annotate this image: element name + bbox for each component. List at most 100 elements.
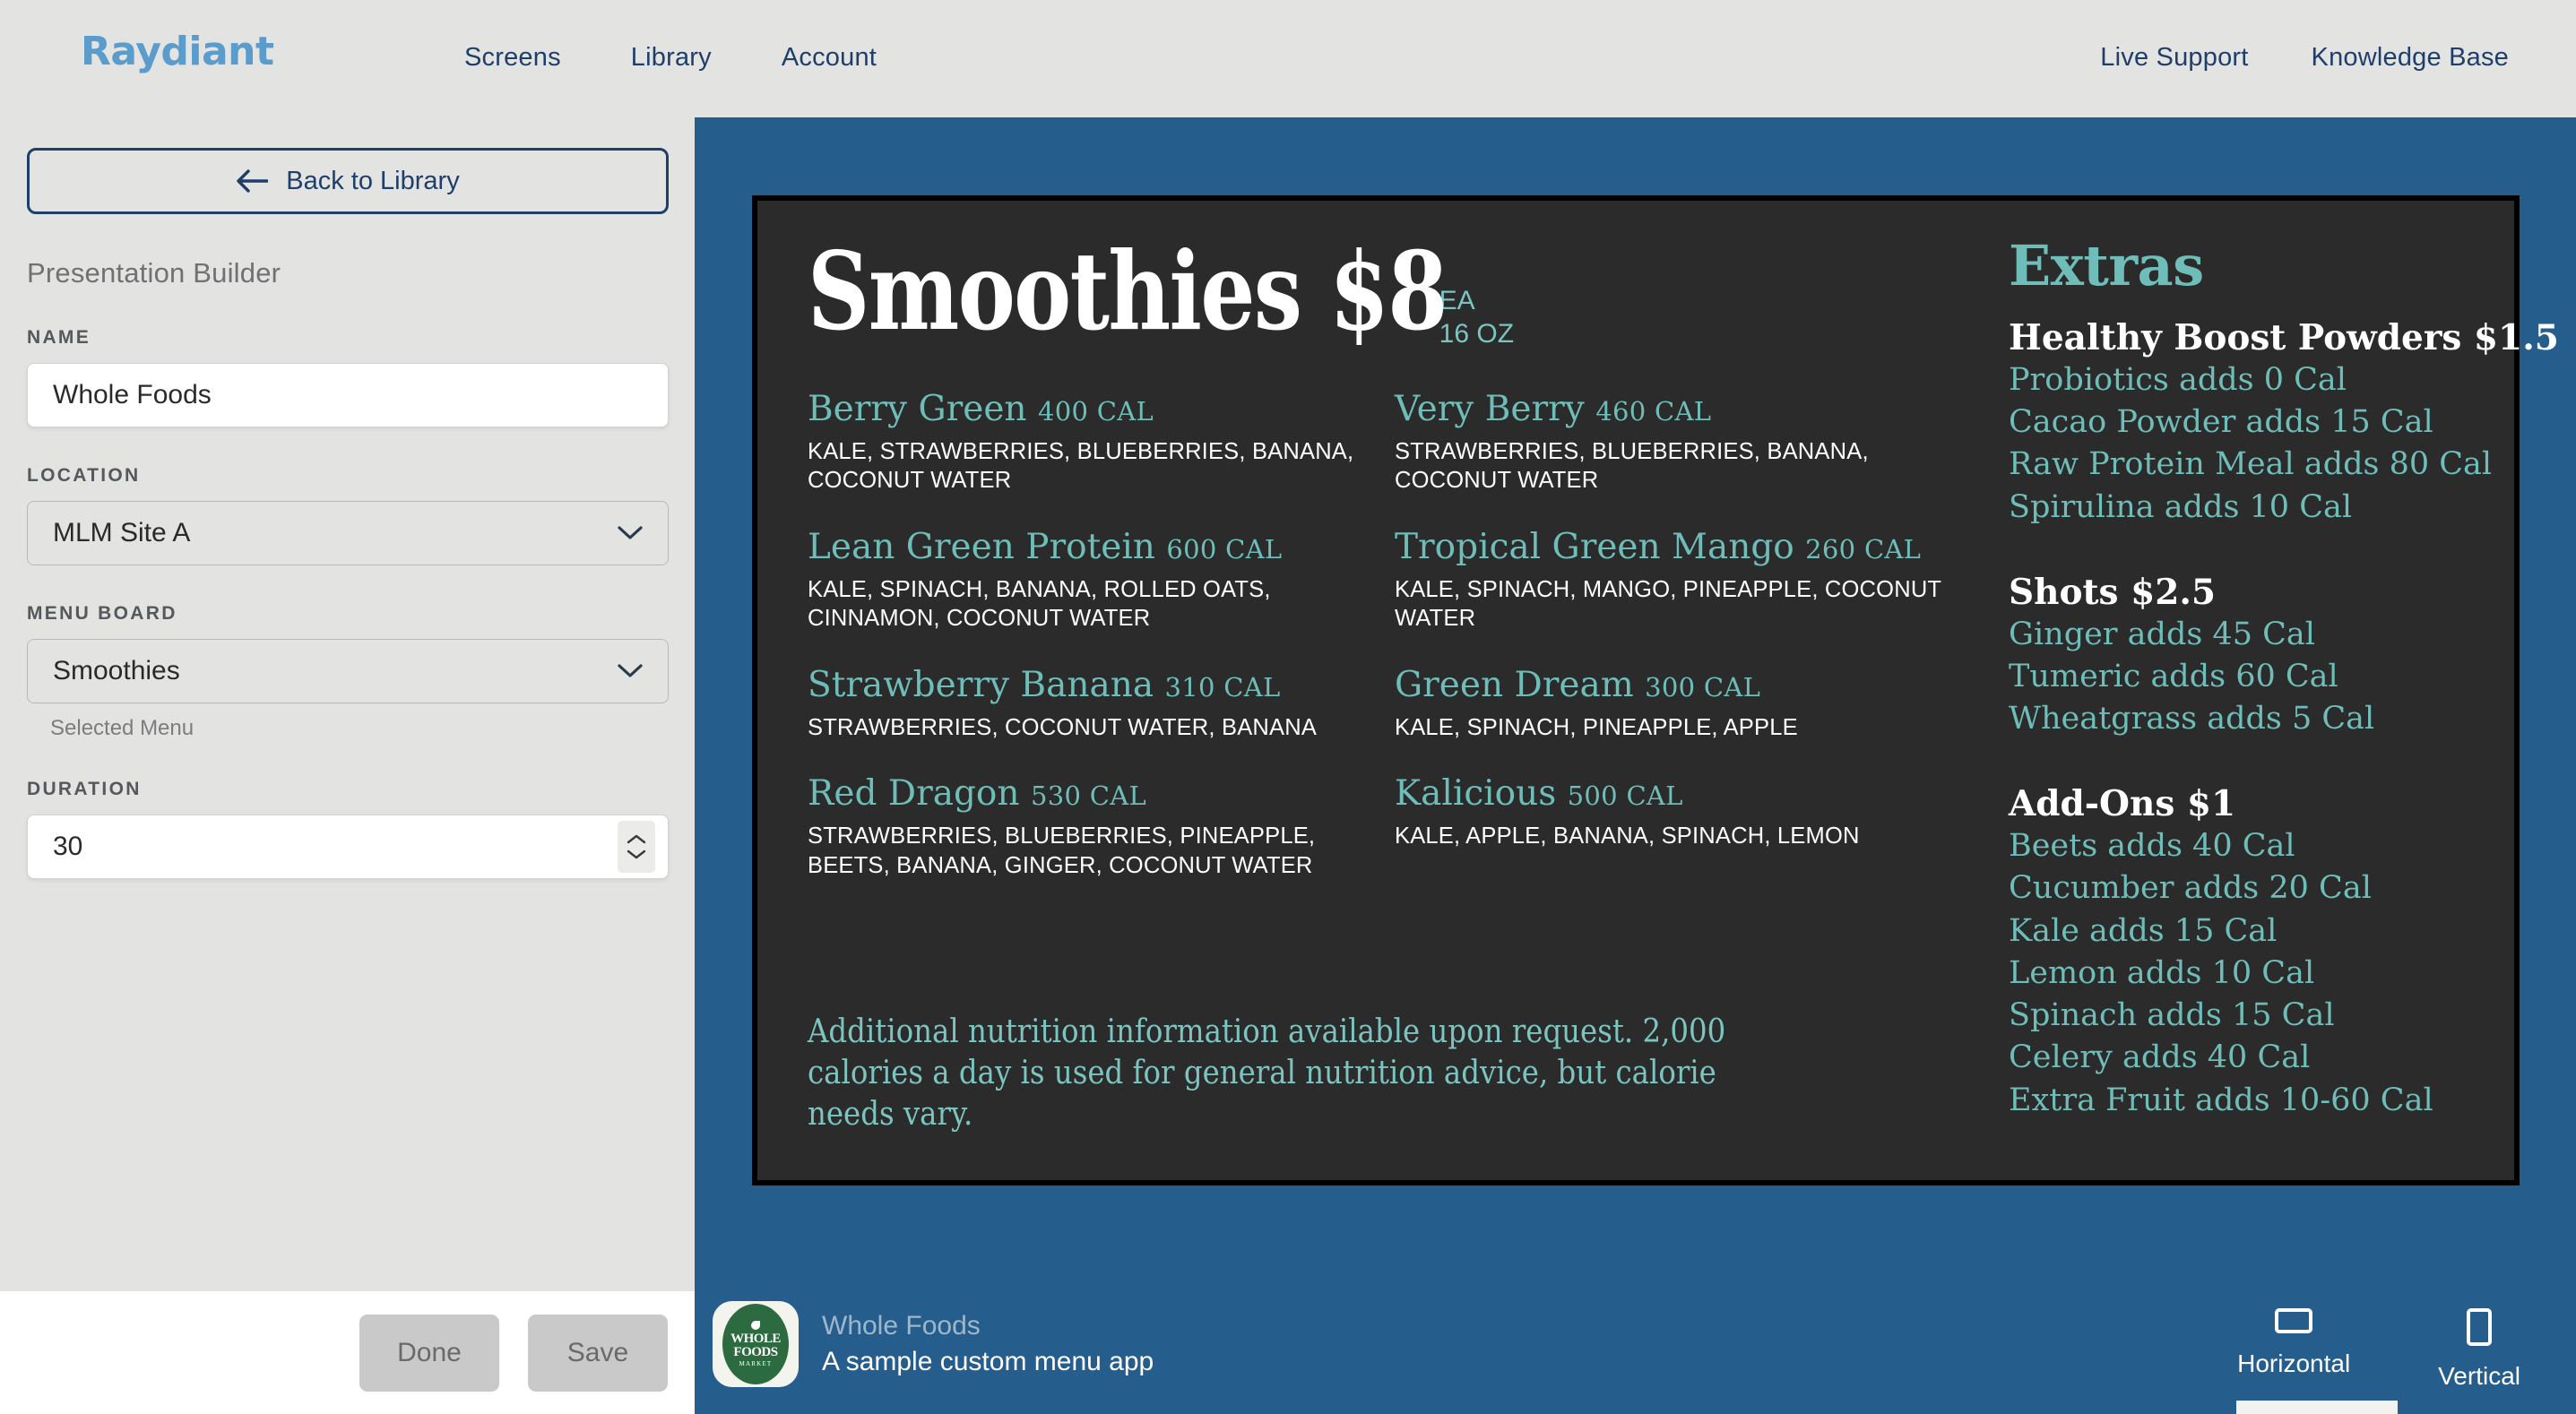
menu-board-helper-text: Selected Menu (50, 716, 194, 740)
extras-line: Probiotics adds 0 Cal (2009, 361, 2347, 398)
menu-board-field-group: MENU BOARD Smoothies Selected Menu (27, 603, 669, 741)
menu-items-columns: Berry Green 400 CAL KALE, STRAWBERRIES, … (808, 390, 1982, 912)
menu-item-calories: 300 CAL (1645, 672, 1761, 703)
extras-line: Cucumber adds 20 Cal (2009, 870, 2372, 907)
orientation-vertical-button[interactable]: Vertical (2438, 1308, 2520, 1391)
menu-board-select-value: Smoothies (53, 656, 180, 685)
chevron-down-icon (627, 849, 646, 859)
logo-line-2: FOODS (733, 1344, 778, 1359)
primary-nav: Screens Library Account (464, 43, 877, 73)
chevron-up-icon (627, 834, 646, 844)
menu-item-calories: 600 CAL (1166, 534, 1283, 565)
nav-item-screens[interactable]: Screens (464, 43, 561, 73)
extras-group-heading: Healthy Boost Powders $1.5 (2009, 317, 2559, 358)
name-field-group: NAME Whole Foods (27, 327, 669, 427)
back-to-library-button[interactable]: Back to Library (27, 148, 669, 214)
menu-item-ingredients: STRAWBERRIES, COCONUT WATER, BANANA (808, 714, 1318, 740)
horizontal-screen-icon (2275, 1308, 2313, 1333)
logo-line-3: MARKET (739, 1359, 773, 1367)
menu-item-ingredients: STRAWBERRIES, BLUEBERRIES, PINEAPPLE, BE… (808, 823, 1316, 878)
app-meta-text: Whole Foods A sample custom menu app (822, 1311, 1154, 1377)
menu-item-heading: Red Dragon 530 CAL (808, 774, 1362, 814)
extras-line: Kale adds 15 Cal (2009, 912, 2278, 949)
menu-item-calories: 310 CAL (1164, 672, 1281, 703)
location-field-label: LOCATION (27, 465, 141, 486)
menu-items-column-1: Berry Green 400 CAL KALE, STRAWBERRIES, … (808, 390, 1395, 912)
menu-item-name: Green Dream (1395, 665, 1634, 706)
title-meta-size: 16 OZ (1439, 318, 1515, 349)
app-meta: WHOLE FOODS MARKET Whole Foods A sample … (713, 1300, 1154, 1387)
nav-item-account[interactable]: Account (782, 43, 877, 73)
menu-item-heading: Berry Green 400 CAL (808, 390, 1362, 429)
extras-line: Lemon adds 10 Cal (2009, 954, 2315, 991)
extras-group: Add-Ons $1 Beets adds 40 Cal Cucumber ad… (2009, 783, 2520, 1122)
location-field-group: LOCATION MLM Site A (27, 465, 669, 565)
orientation-horizontal-button[interactable]: Horizontal (2237, 1308, 2350, 1391)
menu-item-name: Strawberry Banana (808, 665, 1154, 706)
nav-item-live-support[interactable]: Live Support (2100, 43, 2248, 73)
menu-item-ingredients: KALE, STRAWBERRIES, BLUEBERRIES, BANANA,… (808, 438, 1354, 494)
extras-line: Extra Fruit adds 10-60 Cal (2009, 1082, 2433, 1118)
arrow-left-icon (236, 169, 269, 193)
back-to-library-label: Back to Library (286, 166, 460, 195)
location-select-value: MLM Site A (53, 518, 191, 547)
orientation-horizontal-label: Horizontal (2237, 1349, 2351, 1377)
nav-item-knowledge-base[interactable]: Knowledge Base (2312, 43, 2509, 73)
title-meta-ea: EA (1439, 286, 1475, 315)
extras-line: Raw Protein Meal adds 80 Cal (2009, 446, 2493, 483)
extras-line: Beets adds 40 Cal (2009, 828, 2295, 865)
orientation-vertical-label: Vertical (2438, 1362, 2520, 1390)
menu-board-main-column: Smoothies $8 EA 16 OZ Berry Green 400 CA… (808, 238, 1982, 1122)
extras-group: Shots $2.5 Ginger adds 45 Cal Tumeric ad… (2009, 572, 2520, 741)
menu-item-name: Berry Green (808, 389, 1027, 430)
preview-pane: Smoothies $8 EA 16 OZ Berry Green 400 CA… (695, 117, 2576, 1414)
duration-stepper[interactable] (618, 821, 655, 873)
menu-item-calories: 460 CAL (1595, 396, 1712, 427)
extras-group-heading: Add-Ons $1 (2009, 783, 2236, 825)
nutrition-disclaimer: Additional nutrition information availab… (808, 1013, 1726, 1133)
menu-board-select[interactable]: Smoothies (27, 639, 669, 703)
preview-bottom-bar: WHOLE FOODS MARKET Whole Foods A sample … (695, 1273, 2576, 1414)
extras-line: Spirulina adds 10 Cal (2009, 488, 2353, 525)
app-name: Whole Foods (822, 1310, 981, 1341)
menu-board-field-label: MENU BOARD (27, 603, 177, 624)
menu-item-ingredients: KALE, SPINACH, MANGO, PINEAPPLE, COCONUT… (1395, 576, 1941, 632)
menu-item-ingredients: KALE, SPINACH, BANANA, ROLLED OATS, CINN… (808, 576, 1271, 632)
menu-item-name: Tropical Green Mango (1395, 527, 1794, 568)
name-input[interactable]: Whole Foods (27, 363, 669, 427)
duration-input[interactable]: 30 (27, 815, 669, 879)
menu-item-heading: Very Berry 460 CAL (1395, 390, 1949, 429)
duration-field-label: DURATION (27, 779, 142, 799)
menu-item: Tropical Green Mango 260 CAL KALE, SPINA… (1395, 528, 1949, 634)
extras-group: Healthy Boost Powders $1.5 Probiotics ad… (2009, 317, 2559, 529)
menu-board-extras-column: Extras Healthy Boost Powders $1.5 Probio… (1982, 233, 2559, 1122)
menu-item-calories: 500 CAL (1567, 780, 1683, 812)
extras-line: Cacao Powder adds 15 Cal (2009, 404, 2433, 441)
whole-foods-logo-icon: WHOLE FOODS MARKET (713, 1300, 799, 1387)
menu-item-ingredients: KALE, APPLE, BANANA, SPINACH, LEMON (1395, 823, 1860, 849)
extras-title: Extras (2009, 233, 2204, 298)
menu-board-title-row: Smoothies $8 EA 16 OZ (808, 238, 1982, 350)
menu-item-name: Very Berry (1395, 389, 1585, 430)
duration-field-group: DURATION 30 (27, 779, 669, 879)
extras-line: Tumeric adds 60 Cal (2009, 658, 2338, 694)
menu-item-name: Red Dragon (808, 773, 1020, 815)
location-select[interactable]: MLM Site A (27, 501, 669, 565)
menu-item: Lean Green Protein 600 CAL KALE, SPINACH… (808, 528, 1362, 634)
whole-foods-badge: WHOLE FOODS MARKET (722, 1303, 789, 1384)
save-button[interactable]: Save (528, 1314, 668, 1392)
done-button[interactable]: Done (359, 1314, 499, 1392)
active-orientation-indicator (2236, 1401, 2398, 1414)
name-field-label: NAME (27, 327, 91, 348)
raydiant-logo[interactable]: Raydiant (81, 29, 274, 74)
chevron-down-icon (618, 656, 643, 686)
menu-item: Kalicious 500 CAL KALE, APPLE, BANANA, S… (1395, 774, 1949, 850)
extras-group-heading: Shots $2.5 (2009, 571, 2217, 613)
menu-item-heading: Strawberry Banana 310 CAL (808, 666, 1362, 705)
sidebar-footer: Done Save (0, 1291, 695, 1414)
nav-item-library[interactable]: Library (631, 43, 712, 73)
page-title: Presentation Builder (27, 257, 281, 289)
extras-line: Spinach adds 15 Cal (2009, 997, 2335, 1034)
menu-item: Berry Green 400 CAL KALE, STRAWBERRIES, … (808, 390, 1362, 496)
menu-item-ingredients: KALE, SPINACH, PINEAPPLE, APPLE (1395, 714, 1798, 740)
